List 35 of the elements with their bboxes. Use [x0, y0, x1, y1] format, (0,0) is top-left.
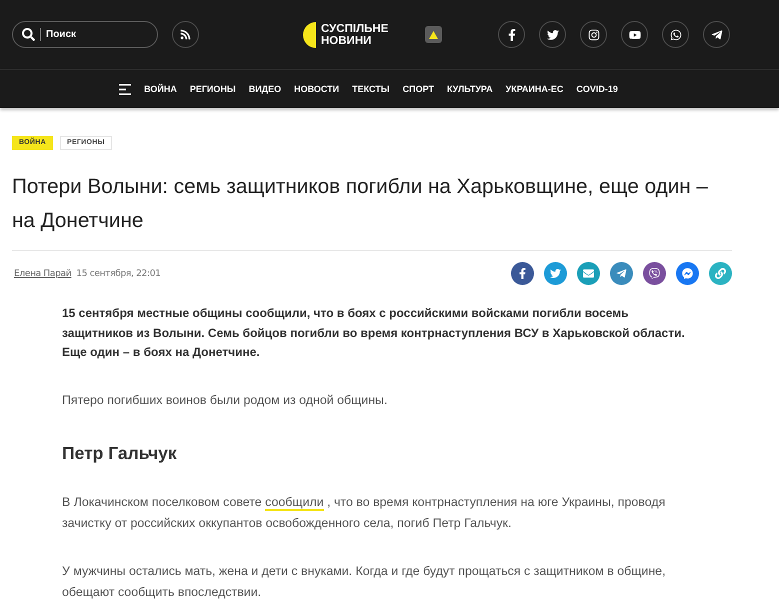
nav-link[interactable]: РЕГИОНЫ [190, 84, 236, 94]
search-icon [22, 28, 35, 41]
paragraph: Пятеро погибших воинов были родом из одной общины. [62, 392, 388, 409]
messenger-icon[interactable] [676, 262, 699, 285]
logo-text: СУСПІЛЬНЕ [321, 22, 388, 34]
article-title: Потери Волыни: семь защитников погибли на Харьковщине, еще один – на Донетчине [12, 174, 709, 234]
twitter-icon[interactable] [539, 21, 566, 48]
search-field[interactable]: Поиск [12, 21, 158, 48]
rss-icon[interactable] [172, 21, 199, 48]
paragraph: У мужчины остались мать, жена и дети с внуками. Когда и где будут прощаться с защитником в общине, обещают сообщить впоследствии. [62, 562, 667, 600]
instagram-icon[interactable] [580, 21, 607, 48]
mail-icon[interactable] [577, 262, 600, 285]
half-disc-logo-icon [302, 22, 316, 48]
nav-link[interactable]: ВИДЕО [248, 84, 282, 94]
nav-link[interactable]: ВОЙНА [144, 84, 177, 94]
inline-link[interactable]: сообщили [265, 494, 324, 510]
facebook-icon[interactable] [511, 262, 534, 285]
paragraph: В Локачинском поселковом совете сообщили , что во время контрнаступления на юге Украины, проводя зачистку от российских оккупантов освобожденного села, погиб Петр Гальчук. [62, 494, 666, 532]
lead-paragraph: 15 сентября местные общины сообщили, что в боях с российскими войсками погибли восемь защитников из Волыни. Семь бойцов погибли во время контрнаступления ВСУ в Харьковской области. Еще один – в боях на Донетчине. [62, 305, 686, 361]
section-heading: Петр Гальчук [62, 442, 178, 464]
nav-link[interactable]: НОВОСТИ [294, 84, 340, 94]
author-link[interactable]: Елена Парай [14, 268, 72, 278]
telegram-icon[interactable] [703, 21, 730, 48]
nav-link[interactable]: COVID-19 [576, 84, 618, 94]
phone-bubble-icon[interactable] [662, 21, 689, 48]
logo-text: НОВИНИ [321, 34, 372, 46]
viber-icon[interactable] [643, 262, 666, 285]
nav-link[interactable]: СПОРТ [402, 84, 434, 94]
nav-link[interactable]: УКРАИНА-ЕС [506, 84, 564, 94]
menu-icon[interactable] [119, 84, 132, 94]
publish-date: 15 сентября, 22:01 [76, 268, 161, 278]
nav-link[interactable]: КУЛЬТУРА [446, 84, 493, 94]
youtube-icon[interactable] [621, 21, 648, 48]
nav-link[interactable]: ТЕКСТЫ [352, 84, 390, 94]
facebook-icon[interactable] [498, 21, 525, 48]
